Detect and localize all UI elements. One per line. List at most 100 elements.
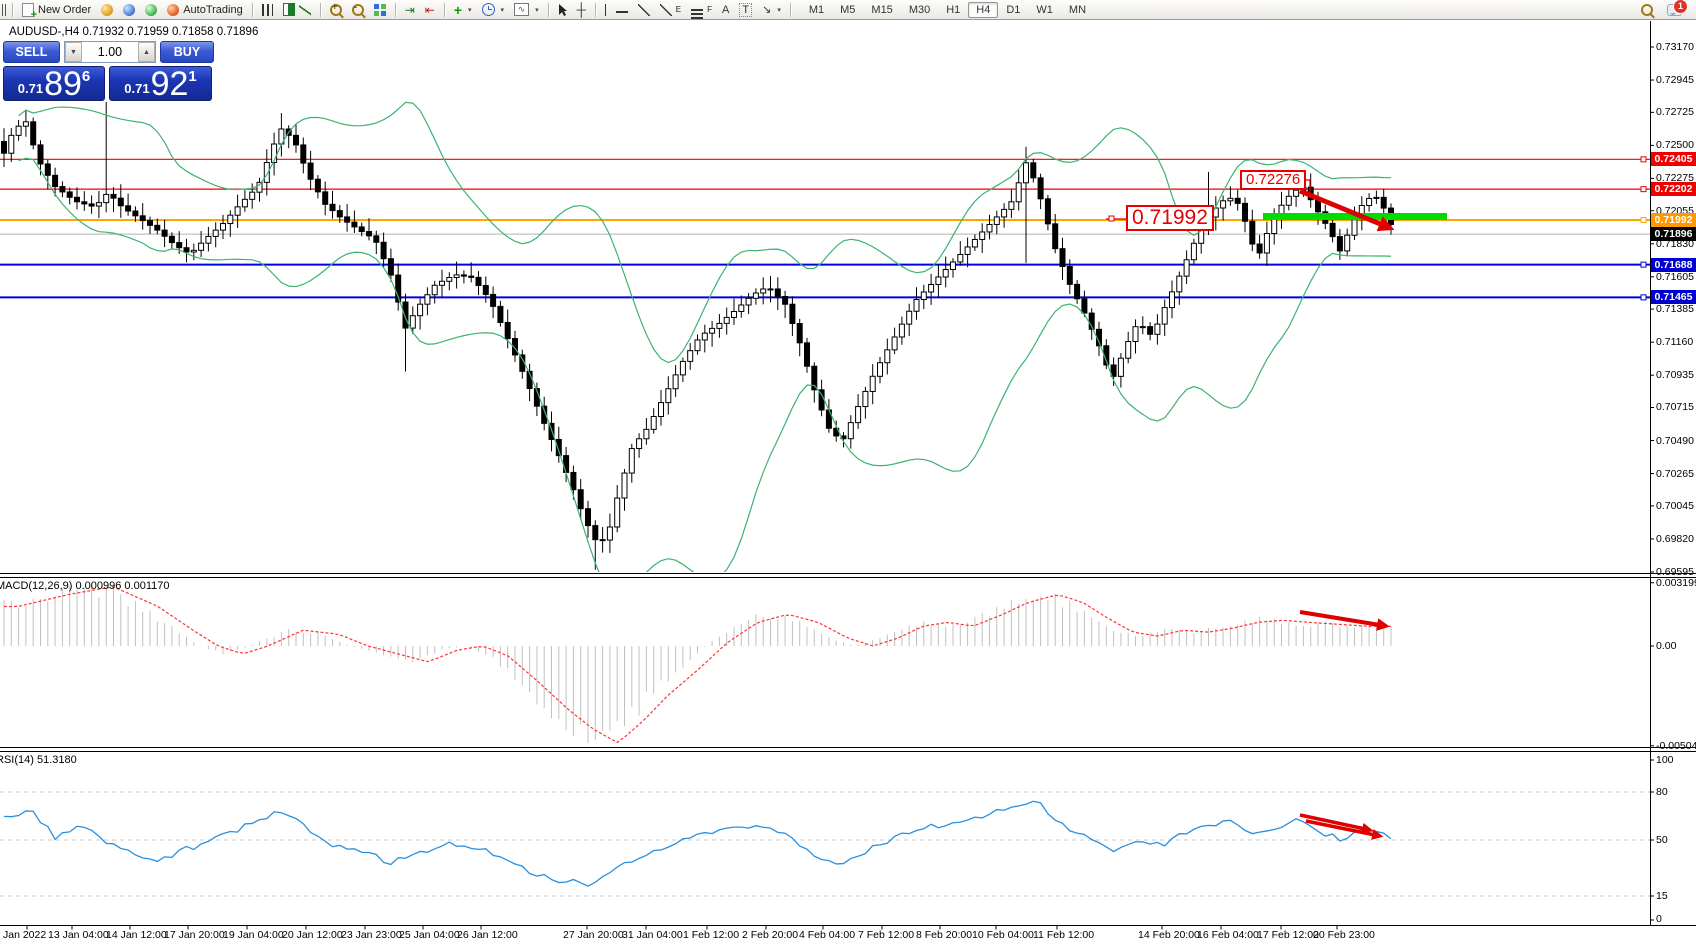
trendline-tool[interactable] <box>633 1 655 19</box>
horizontal-line-icon <box>616 11 628 13</box>
toolbar-separator <box>320 3 321 17</box>
buy-button[interactable]: BUY <box>160 41 214 63</box>
periods-button[interactable]: ▾ <box>477 1 510 19</box>
price-axis-tick: 0.71605 <box>1656 271 1694 283</box>
time-axis-label: 11 Feb 12:00 <box>1033 929 1094 941</box>
time-axis-label: 23 Jan 23:00 <box>341 929 402 941</box>
time-axis-label: 14 Feb 20:00 <box>1138 929 1200 941</box>
time-axis-label: 31 Jan 04:00 <box>622 929 683 941</box>
timeframe-h4[interactable]: H4 <box>968 2 998 18</box>
price-axis-tick: 0.73170 <box>1656 41 1694 53</box>
new-order-button[interactable]: New Order <box>17 1 96 19</box>
signals-button[interactable] <box>140 1 162 19</box>
chart-line-button[interactable] <box>294 1 316 19</box>
label-tool-icon: T <box>739 3 752 17</box>
timeframe-mn[interactable]: MN <box>1061 2 1094 18</box>
price-axis-tag-0.71465: 0.71465 <box>1651 290 1696 304</box>
timeframe-h1[interactable]: H1 <box>938 2 968 18</box>
horizontal-line-tool[interactable] <box>611 1 633 19</box>
macd-trend-arrow[interactable] <box>1300 612 1386 626</box>
cursor-icon <box>558 4 567 16</box>
trendline-icon <box>638 4 650 16</box>
text-tool[interactable]: A <box>717 1 734 19</box>
toolbar-separator <box>395 3 396 17</box>
timeframe-m1[interactable]: M1 <box>801 2 832 18</box>
vertical-line-tool[interactable] <box>600 1 611 19</box>
timeframe-m15[interactable]: M15 <box>863 2 900 18</box>
price-axis-tick: 0.69820 <box>1656 533 1694 545</box>
price-pane <box>0 98 1650 594</box>
chevron-down-icon: ▾ <box>501 6 505 14</box>
auto-scroll-button[interactable]: ⇥ <box>400 1 420 19</box>
hline-anchor[interactable] <box>1641 217 1646 222</box>
volume-value[interactable]: 1.00 <box>82 45 138 59</box>
volume-down-button[interactable]: ▼ <box>65 42 82 62</box>
hline-anchor[interactable] <box>1641 295 1646 300</box>
rsi-axis-tick: 15 <box>1656 890 1668 902</box>
chart-window-icon[interactable] <box>2 4 8 16</box>
timeframe-w1[interactable]: W1 <box>1028 2 1061 18</box>
templates-button[interactable]: ∿▾ <box>509 1 544 19</box>
sell-price-display[interactable]: 0.71 89 6 <box>3 66 105 101</box>
fibonacci-icon <box>691 9 703 11</box>
new-order-label: New Order <box>38 4 91 16</box>
mt4-window: New Order AutoTrading + - ⇥ ⇤ +▾ ▾ ∿▾ ┼ … <box>0 0 1696 946</box>
notifications-icon[interactable]: 1 <box>1667 4 1682 16</box>
label-tool[interactable]: T <box>734 1 757 19</box>
timeframe-d1[interactable]: D1 <box>998 2 1028 18</box>
chart-shift-button[interactable]: ⇤ <box>420 1 440 19</box>
autotrading-label: AutoTrading <box>183 4 243 16</box>
expert-advisors-button[interactable] <box>96 1 118 19</box>
macd-axis-tick: 0.003199 <box>1656 577 1696 589</box>
timeframe-m5[interactable]: M5 <box>832 2 863 18</box>
price-axis-tick: 0.72945 <box>1656 74 1694 86</box>
volume-up-button[interactable]: ▲ <box>138 42 155 62</box>
time-axis-label: 2 Feb 20:00 <box>742 929 798 941</box>
hline-anchor[interactable] <box>1641 157 1646 162</box>
toolbar-right: 1 <box>1641 4 1682 16</box>
timeframe-m30[interactable]: M30 <box>901 2 938 18</box>
toolbar-separator <box>12 3 13 17</box>
fibonacci-tool[interactable]: F <box>686 1 717 19</box>
tile-windows-button[interactable] <box>369 1 391 19</box>
price-axis-tag-0.72405: 0.72405 <box>1651 152 1696 166</box>
price-annotation-71992[interactable]: 0.71992 <box>1126 205 1214 231</box>
toolbar-separator <box>252 3 253 17</box>
zoom-in-button[interactable]: + <box>325 1 347 19</box>
macd-axis-tick: -0.005049 <box>1656 740 1696 752</box>
annotation-anchor <box>1109 216 1114 221</box>
rsi-pane <box>0 792 1650 896</box>
chart-shift-icon: ⇤ <box>425 4 435 16</box>
autotrading-icon <box>167 4 179 16</box>
channel-tool[interactable]: E <box>655 1 686 19</box>
terminal-button[interactable] <box>118 1 140 19</box>
search-icon[interactable] <box>1641 4 1653 16</box>
cursor-tool-button[interactable] <box>553 1 572 19</box>
sell-button[interactable]: SELL <box>3 41 60 63</box>
arrows-tool[interactable]: ↘▾ <box>757 1 786 19</box>
time-axis-label: Jan 2022 <box>3 929 46 941</box>
indicators-button[interactable]: +▾ <box>449 1 477 19</box>
buy-price-pip: 1 <box>188 68 196 85</box>
clock-icon <box>482 3 495 16</box>
hline-anchor[interactable] <box>1641 262 1646 267</box>
chart-bars-button[interactable] <box>257 1 278 19</box>
new-order-icon <box>22 3 34 17</box>
template-icon: ∿ <box>514 3 529 16</box>
chart-canvas[interactable] <box>0 0 1696 946</box>
price-axis-tag-0.71896: 0.71896 <box>1651 227 1696 241</box>
time-axis-label: 8 Feb 20:00 <box>916 929 972 941</box>
macd-pane <box>4 583 1391 743</box>
text-tool-icon: A <box>722 4 729 16</box>
buy-price-display[interactable]: 0.71 92 1 <box>109 66 212 101</box>
zoom-out-button[interactable]: - <box>347 1 369 19</box>
price-axis-tick: 0.72500 <box>1656 139 1694 151</box>
autotrading-button[interactable]: AutoTrading <box>162 1 248 19</box>
chart-candles-button[interactable] <box>278 1 294 19</box>
crosshair-tool-button[interactable]: ┼ <box>572 1 591 19</box>
rsi-axis-tick: 80 <box>1656 786 1668 798</box>
price-annotation-72276[interactable]: 0.72276 <box>1240 170 1306 190</box>
macd-label: MACD(12,26,9) 0.000996 0.001170 <box>0 580 169 592</box>
time-axis-label: 27 Jan 20:00 <box>563 929 624 941</box>
hline-anchor[interactable] <box>1641 187 1646 192</box>
